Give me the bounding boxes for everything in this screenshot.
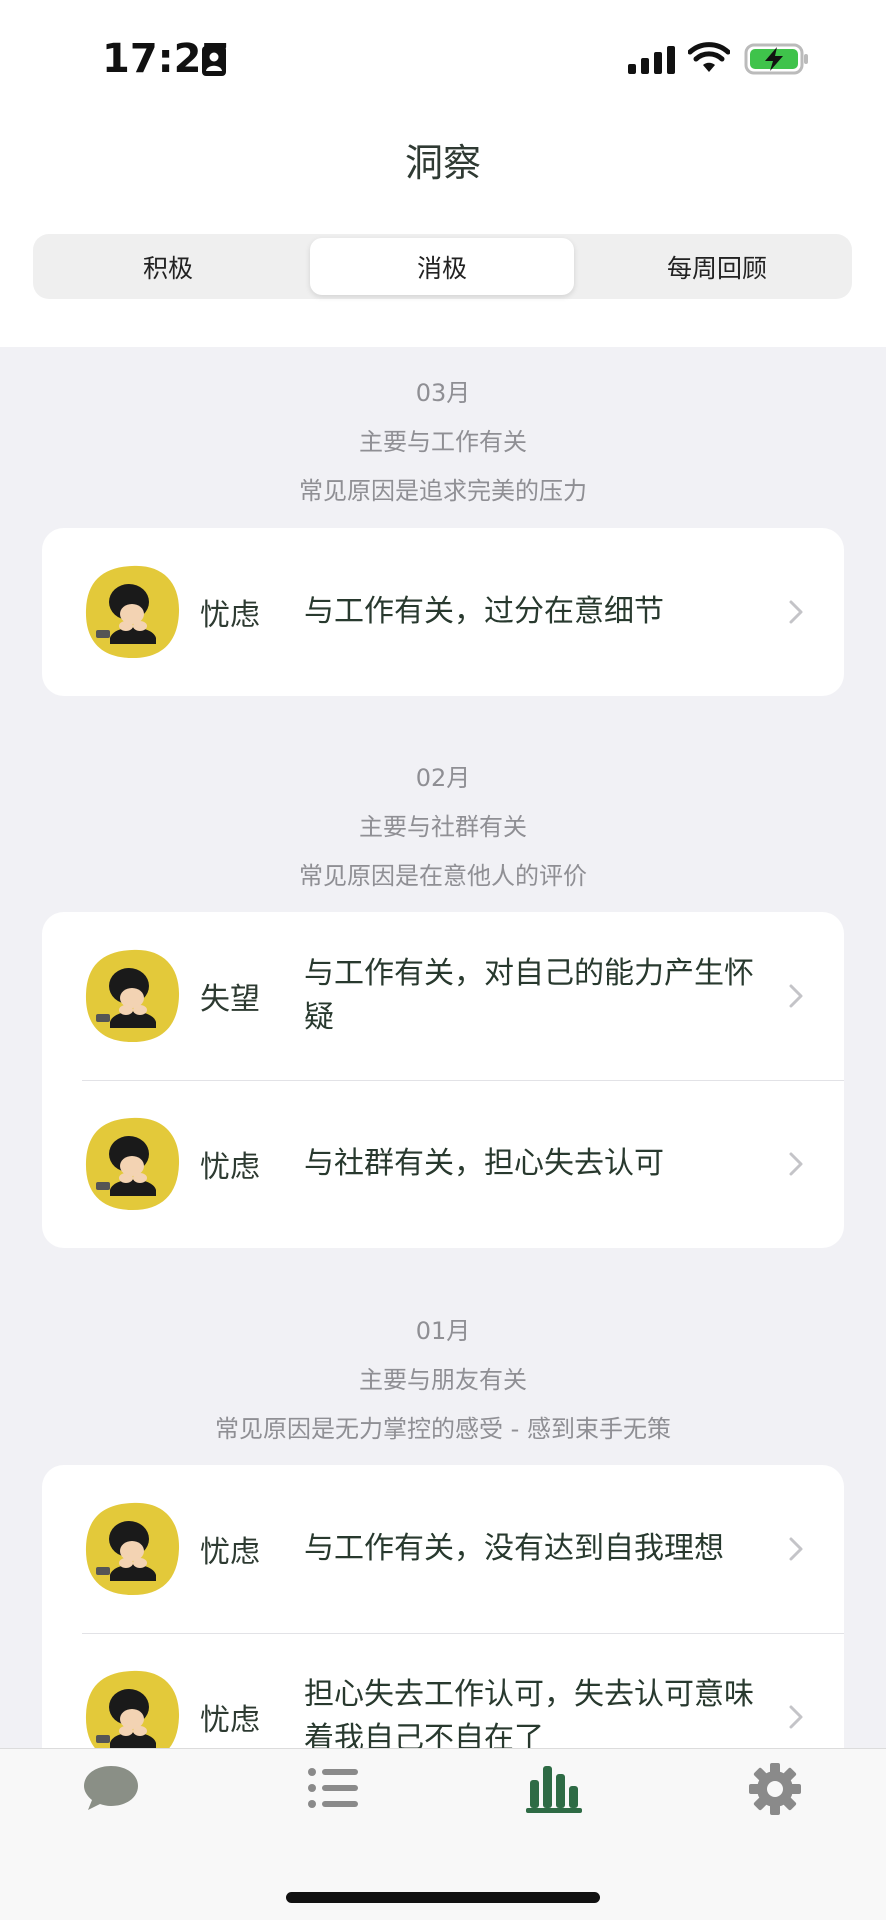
status-bar: 17:27 — [0, 0, 886, 120]
month-cause: 常见原因是在意他人的评价 — [299, 862, 587, 890]
emotion-label: 忧虑 — [200, 1150, 260, 1185]
segmented-control: 积极 消极 每周回顾 — [33, 234, 852, 299]
avatar — [85, 1502, 180, 1596]
emotion-label: 失望 — [200, 982, 260, 1017]
gear-icon[interactable] — [748, 1762, 802, 1816]
month-summary: 主要与朋友有关 — [359, 1366, 527, 1394]
contact-card-icon — [202, 46, 226, 76]
cellular-signal-icon — [628, 46, 675, 74]
month-label: 03月 — [415, 379, 471, 407]
month-cause: 常见原因是无力掌控的感受 - 感到束手无策 — [215, 1415, 671, 1443]
wifi-icon — [688, 42, 730, 72]
reason-text: 与工作有关，过分在意细节 — [304, 594, 664, 629]
chevron-right-icon — [789, 600, 803, 624]
chevron-right-icon — [789, 984, 803, 1008]
month-label: 02月 — [415, 764, 471, 792]
battery-charging-icon — [744, 43, 808, 75]
tab-positive[interactable]: 积极 — [37, 238, 299, 295]
avatar — [85, 1117, 180, 1211]
emotion-label: 忧虑 — [200, 1535, 260, 1570]
avatar — [85, 949, 180, 1043]
chat-bubble-icon[interactable] — [82, 1762, 140, 1814]
insight-row[interactable]: 忧虑 与工作有关，没有达到自我理想 — [42, 1465, 844, 1633]
month-summary: 主要与社群有关 — [359, 813, 527, 841]
page-title: 洞察 — [404, 141, 481, 185]
reason-text: 与社群有关，担心失去认可 — [304, 1146, 664, 1181]
chevron-right-icon — [789, 1152, 803, 1176]
reason-text: 与工作有关，对自己的能力产生怀疑 — [304, 956, 754, 1035]
bar-chart-icon[interactable] — [526, 1762, 582, 1814]
tab-weekly-review[interactable]: 每周回顾 — [586, 238, 848, 295]
month-label: 01月 — [415, 1317, 471, 1345]
chevron-right-icon — [789, 1537, 803, 1561]
insight-card: 忧虑 与工作有关，过分在意细节 — [42, 528, 844, 696]
list-icon[interactable] — [306, 1762, 360, 1814]
chevron-right-icon — [789, 1705, 803, 1729]
insight-row[interactable]: 忧虑 与工作有关，过分在意细节 — [42, 528, 844, 696]
insight-row[interactable]: 忧虑 与社群有关，担心失去认可 — [42, 1080, 844, 1248]
tab-negative[interactable]: 消极 — [310, 238, 574, 295]
month-summary: 主要与工作有关 — [359, 428, 527, 456]
reason-text: 与工作有关，没有达到自我理想 — [304, 1531, 724, 1566]
emotion-label: 忧虑 — [200, 598, 260, 633]
header-area: 17:27 洞察 积极 消极 每周回顾 — [0, 0, 886, 347]
avatar — [85, 565, 180, 659]
home-indicator — [286, 1892, 600, 1903]
insight-row[interactable]: 失望 与工作有关，对自己的能力产生怀疑 — [42, 912, 844, 1080]
month-cause: 常见原因是追求完美的压力 — [299, 477, 587, 505]
insight-card: 失望 与工作有关，对自己的能力产生怀疑 忧虑 与社群有关，担心失去认可 — [42, 912, 844, 1248]
insights-screen: 17:27 洞察 积极 消极 每周回顾 03月 主要与工作有关 常见原因是追求完… — [0, 0, 886, 1920]
